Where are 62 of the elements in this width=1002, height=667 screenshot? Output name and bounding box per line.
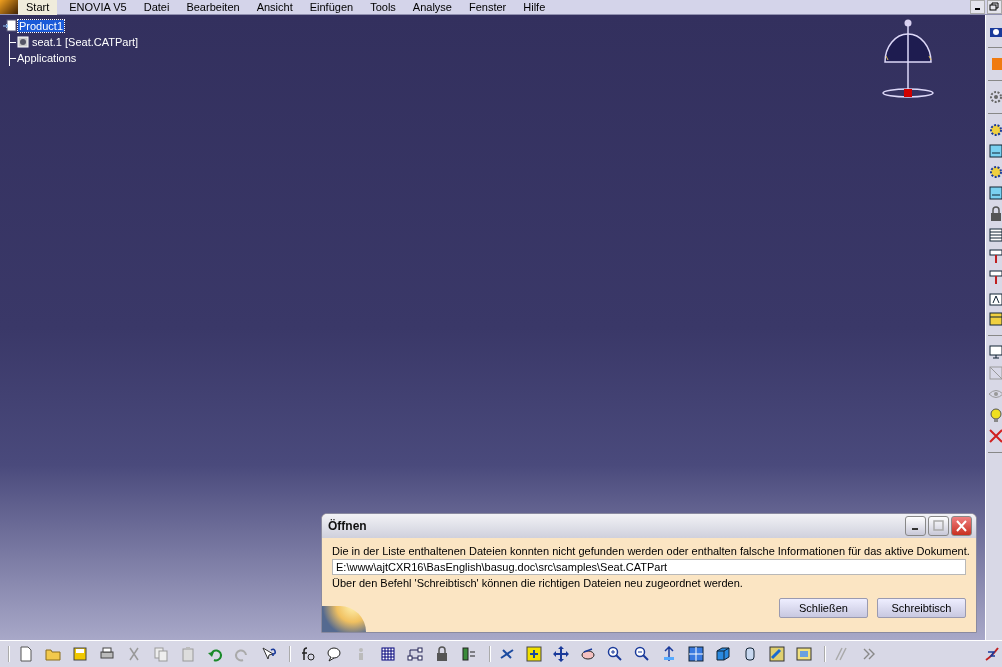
menu-item[interactable]: Start [18, 0, 58, 15]
printer-icon[interactable] [99, 646, 115, 662]
undo-icon[interactable] [207, 646, 223, 662]
menu-item[interactable]: Ansicht [251, 0, 298, 15]
table-icon[interactable] [988, 227, 1002, 243]
panel-icon[interactable] [988, 185, 1002, 201]
part-icon[interactable] [16, 35, 31, 49]
table-header-icon[interactable] [988, 311, 1002, 327]
minimize-button[interactable] [905, 516, 926, 536]
speech-icon[interactable] [326, 646, 342, 662]
save-icon[interactable] [72, 646, 88, 662]
dialog-title: Öffnen [328, 519, 367, 533]
app-logo-icon[interactable] [0, 0, 18, 14]
globe-icon [322, 606, 366, 632]
zoom-out-icon[interactable] [634, 646, 650, 662]
minimize-button[interactable] [970, 0, 985, 14]
dialog-hint: Über den Befehl 'Schreibtisch' können die richtigen Dateien neu zugeordnet werden. [332, 577, 744, 589]
pan-icon[interactable] [553, 646, 569, 662]
table-stand-icon[interactable] [988, 248, 1002, 264]
menu-item[interactable]: Fenster [463, 0, 512, 15]
normal-view-icon[interactable] [661, 646, 677, 662]
cog-icon[interactable] [988, 164, 1002, 180]
close-button[interactable] [951, 516, 972, 536]
dialog-button[interactable]: Schreibtisch [877, 598, 966, 618]
tree-item[interactable]: Product1 [18, 20, 65, 32]
views-icon[interactable] [688, 646, 704, 662]
menu-item[interactable]: Datei [138, 0, 175, 15]
file-path-field[interactable]: E:\www\ajtCXR16\BasEnglish\basug.doc\src\samples\Seat.CATPart [332, 559, 966, 575]
menu-item[interactable]: Analyse [407, 0, 457, 15]
cog-icon[interactable] [988, 122, 1002, 138]
shading-icon[interactable] [769, 646, 785, 662]
grid-icon[interactable] [380, 646, 396, 662]
fit-all-icon[interactable] [526, 646, 542, 662]
menu-item[interactable]: Tools [365, 0, 401, 15]
hide-icon[interactable] [796, 646, 812, 662]
cylinder-icon[interactable] [742, 646, 758, 662]
product-icon[interactable] [3, 19, 17, 33]
menu-item[interactable]: Bearbeiten [181, 0, 245, 15]
delete-icon[interactable] [988, 428, 1002, 444]
bulb-icon[interactable] [988, 407, 1002, 423]
tree-item[interactable]: seat.1 [Seat.CATPart] [31, 36, 140, 48]
monitor-icon[interactable] [988, 344, 1002, 360]
formula-icon[interactable] [299, 646, 315, 662]
file-icon[interactable] [18, 646, 34, 662]
menu-item[interactable]: Hilfe [518, 0, 551, 15]
table-stand-icon[interactable] [988, 269, 1002, 285]
lock-icon[interactable] [988, 206, 1002, 222]
tree-item[interactable]: Applications [16, 52, 78, 64]
menu-item[interactable]: ENOVIA V5 [64, 0, 132, 15]
list-icon[interactable] [461, 646, 477, 662]
gear-icon[interactable] [988, 89, 1002, 105]
network-icon[interactable] [407, 646, 423, 662]
dialog-button[interactable]: Schließen [779, 598, 868, 618]
logo-icon [984, 646, 1000, 662]
menu-item[interactable]: Einfügen [304, 0, 359, 15]
zoom-in-icon[interactable] [607, 646, 623, 662]
cube-icon[interactable] [715, 646, 731, 662]
help-icon[interactable] [261, 646, 277, 662]
lock-icon[interactable] [434, 646, 450, 662]
restore-button[interactable] [987, 0, 1002, 14]
text-icon[interactable] [988, 290, 1002, 306]
panel-icon[interactable] [988, 143, 1002, 159]
